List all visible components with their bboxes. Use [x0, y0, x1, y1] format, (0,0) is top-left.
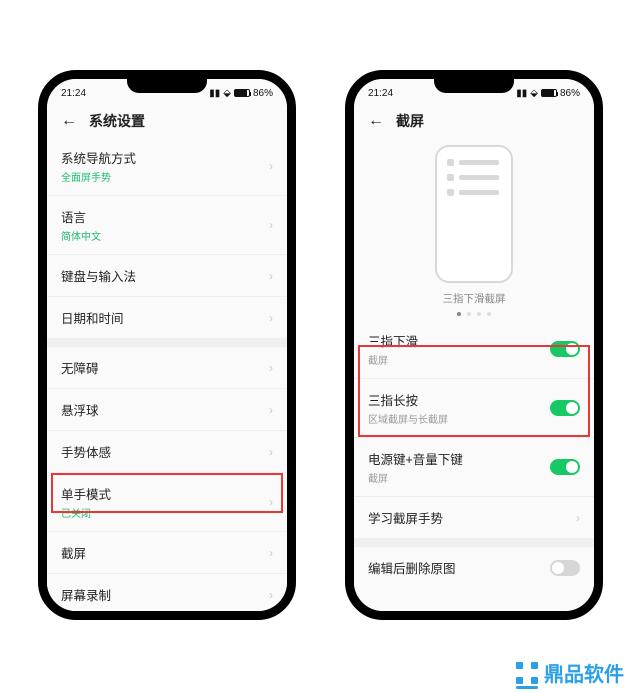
row-label: 电源键+音量下键 — [368, 449, 463, 468]
toggle-delete-original[interactable]: 编辑后删除原图 — [354, 547, 594, 588]
row-sub: 截屏 — [368, 470, 463, 485]
page-title: 截屏 — [396, 111, 424, 131]
toggle-power-volume[interactable]: 电源键+音量下键 截屏 — [354, 438, 594, 497]
row-label: 键盘与输入法 — [61, 266, 136, 285]
status-wifi-icon: ⬙ — [223, 88, 231, 99]
row-float-ball[interactable]: 悬浮球 › — [47, 389, 287, 431]
row-accessibility[interactable]: 无障碍 › — [47, 347, 287, 389]
row-label: 单手模式 — [61, 484, 111, 503]
chevron-right-icon: › — [269, 546, 273, 560]
page-indicator — [457, 312, 491, 316]
row-label: 手势体感 — [61, 442, 111, 461]
status-time: 21:24 — [368, 88, 393, 99]
row-sub: 截屏 — [368, 352, 418, 367]
row-label: 悬浮球 — [61, 400, 99, 419]
notch — [434, 79, 514, 93]
row-label: 三指长按 — [368, 390, 448, 409]
mini-phone-icon — [435, 145, 513, 283]
watermark-logo-icon — [516, 662, 538, 684]
status-wifi-icon: ⬙ — [530, 88, 538, 99]
chevron-right-icon: › — [576, 511, 580, 525]
chevron-right-icon: › — [269, 159, 273, 173]
chevron-right-icon: › — [269, 495, 273, 509]
toggle-switch[interactable] — [550, 400, 580, 416]
row-label: 屏幕录制 — [61, 585, 111, 604]
row-screen-record[interactable]: 屏幕录制 › — [47, 574, 287, 611]
battery-icon — [541, 89, 557, 97]
row-label: 系统导航方式 — [61, 148, 136, 167]
back-icon[interactable]: ← — [61, 113, 77, 129]
row-screenshot[interactable]: 截屏 › — [47, 532, 287, 574]
section-gap — [354, 539, 594, 547]
chevron-right-icon: › — [269, 445, 273, 459]
row-label: 语言 — [61, 207, 101, 226]
toggle-switch[interactable] — [550, 341, 580, 357]
row-label: 编辑后删除原图 — [368, 558, 456, 577]
gesture-illustration: 三指下滑截屏 — [354, 137, 594, 320]
row-label: 学习截屏手势 — [368, 508, 443, 527]
row-datetime[interactable]: 日期和时间 › — [47, 297, 287, 339]
row-nav-mode[interactable]: 系统导航方式 全面屏手势 › — [47, 137, 287, 196]
row-gesture-motion[interactable]: 手势体感 › — [47, 431, 287, 473]
chevron-right-icon: › — [269, 588, 273, 602]
row-label: 三指下滑 — [368, 331, 418, 350]
phone-mockup-right: 21:24 ▮▮ ⬙ 86% ← 截屏 — [345, 70, 603, 620]
illustration-caption: 三指下滑截屏 — [443, 291, 506, 306]
chevron-right-icon: › — [269, 218, 273, 232]
chevron-right-icon: › — [269, 403, 273, 417]
row-learn-gesture[interactable]: 学习截屏手势 › — [354, 497, 594, 539]
chevron-right-icon: › — [269, 361, 273, 375]
chevron-right-icon: › — [269, 311, 273, 325]
status-signal-icon: ▮▮ — [209, 88, 220, 99]
row-keyboard[interactable]: 键盘与输入法 › — [47, 255, 287, 297]
row-label: 截屏 — [61, 543, 86, 562]
watermark: 鼎品软件 — [516, 658, 624, 687]
row-sub: 已关闭 — [61, 505, 111, 520]
toggle-three-finger-swipe[interactable]: 三指下滑 截屏 — [354, 320, 594, 379]
toggle-three-finger-hold[interactable]: 三指长按 区域截屏与长截屏 — [354, 379, 594, 438]
row-sub: 全面屏手势 — [61, 169, 136, 184]
row-label: 日期和时间 — [61, 308, 124, 327]
watermark-text: 鼎品软件 — [544, 658, 624, 687]
status-battery: 86% — [560, 88, 580, 99]
phone-mockup-left: 21:24 ▮▮ ⬙ 86% ← 系统设置 系统导航方式 全面屏手势 — [38, 70, 296, 620]
page-title: 系统设置 — [89, 111, 145, 131]
chevron-right-icon: › — [269, 269, 273, 283]
row-one-hand[interactable]: 单手模式 已关闭 › — [47, 473, 287, 532]
status-time: 21:24 — [61, 88, 86, 99]
row-language[interactable]: 语言 简体中文 › — [47, 196, 287, 255]
row-label: 无障碍 — [61, 358, 99, 377]
back-icon[interactable]: ← — [368, 113, 384, 129]
toggle-switch[interactable] — [550, 560, 580, 576]
section-gap — [47, 339, 287, 347]
notch — [127, 79, 207, 93]
row-sub: 简体中文 — [61, 228, 101, 243]
status-battery: 86% — [253, 88, 273, 99]
status-signal-icon: ▮▮ — [516, 88, 527, 99]
toggle-switch[interactable] — [550, 459, 580, 475]
battery-icon — [234, 89, 250, 97]
row-sub: 区域截屏与长截屏 — [368, 411, 448, 426]
